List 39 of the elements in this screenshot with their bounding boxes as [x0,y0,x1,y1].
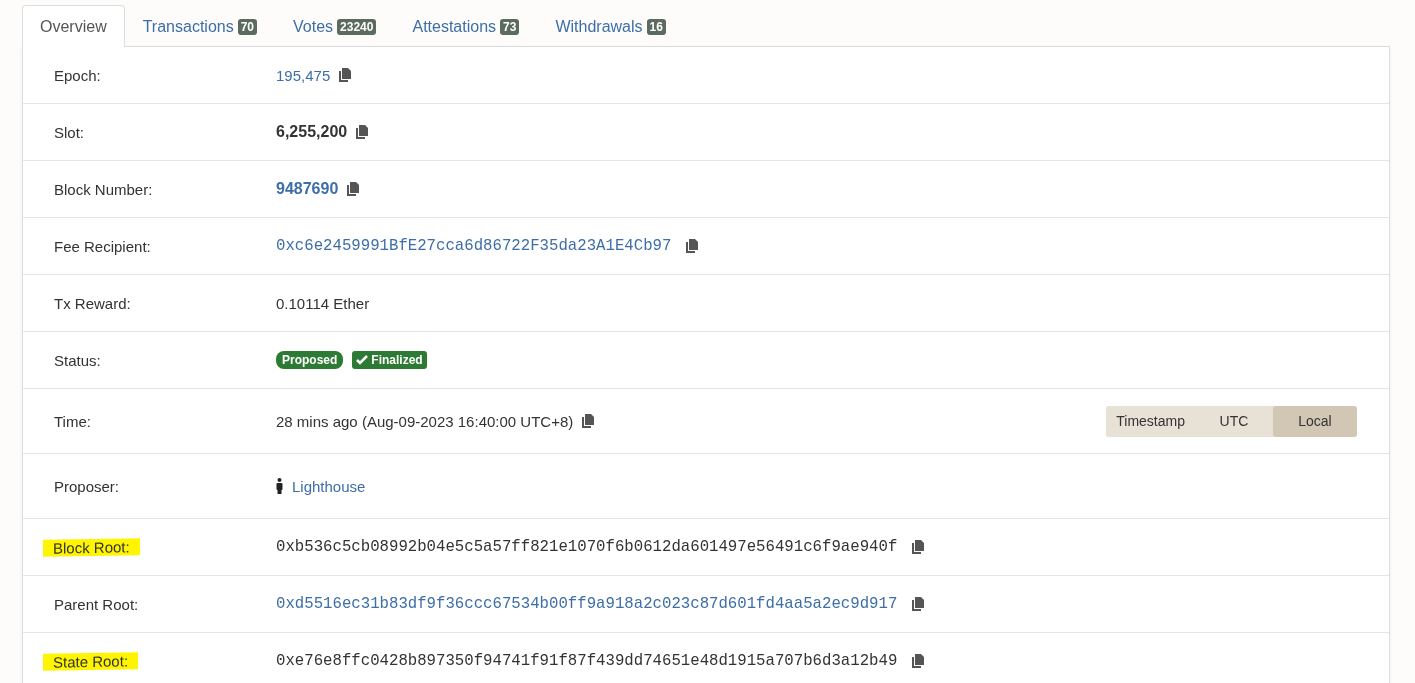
field-label: Block Number: [53,180,154,198]
epoch-link[interactable]: 195,475 [276,66,331,84]
field-label: Epoch: [53,66,102,84]
copy-icon[interactable] [356,125,369,139]
field-label: Proposer: [53,477,121,495]
field-label: Parent Root: [53,595,140,613]
count-badge: 73 [500,18,520,35]
block-link[interactable]: 9487690 [276,180,339,198]
field-label: State Root: [43,651,139,671]
status-badge: Finalized [352,351,427,369]
status-badge: Proposed [276,351,344,369]
field-value: 0.10114 Ether [276,294,370,312]
copy-icon[interactable] [912,654,925,668]
count-badge: 23240 [337,18,377,35]
proposer-link[interactable]: Lighthouse [292,477,366,495]
check-icon [356,355,369,365]
field-label: Status: [53,351,102,369]
copy-icon[interactable] [912,597,925,611]
time-format-toggle[interactable]: Local [1273,405,1357,437]
copy-icon[interactable] [582,414,595,428]
hash-link[interactable]: 0xc6e2459991BfE27cca6d86722F35da23A1E4Cb97 [276,237,672,255]
count-badge: 16 [646,18,666,35]
field-label: Time: [53,412,92,430]
hash-link[interactable]: 0xd5516ec31b83df9f36ccc67534b00ff9a918a2c023c87d601fd4aa5a2ec9d917 [276,595,898,613]
count-badge: 70 [237,18,258,35]
field-label: Fee Recipient: [53,237,152,255]
copy-icon[interactable] [347,182,360,196]
field-label: Block Root: [43,537,140,557]
time-value: 28 mins ago (Aug-09-2023 16:40:00 UTC+8) [276,412,574,430]
hash-value: 0xb536c5cb08992b04e5c5a57ff821e1070f6b0612da601497e56491c6f9ae940f [276,538,898,556]
field-label: Tx Reward: [53,294,132,312]
field-label: Slot: [53,123,85,141]
hash-value: 0xe76e8ffc0428b897350f94741f91f87f439dd74651e48d1915a707b6d3a12b49 [276,652,898,670]
person-icon [276,478,283,494]
tab[interactable]: Overview [22,5,125,47]
copy-icon[interactable] [339,68,352,82]
copy-icon[interactable] [912,540,925,554]
copy-icon[interactable] [686,239,699,253]
field-value: 6,255,200 [276,123,348,141]
